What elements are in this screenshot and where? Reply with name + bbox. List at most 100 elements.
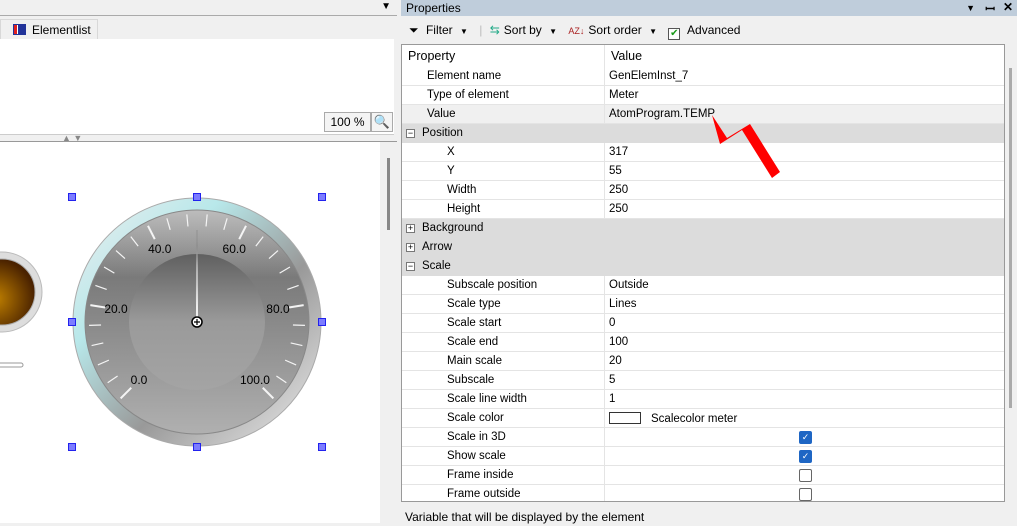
property-row[interactable]: Main scale20 xyxy=(402,352,1004,371)
property-value[interactable]: ✓ xyxy=(605,447,1004,465)
resize-handle[interactable] xyxy=(193,443,201,451)
property-value[interactable]: AtomProgram.TEMP xyxy=(605,105,1004,123)
expand-icon[interactable]: + xyxy=(406,243,415,252)
property-value[interactable]: 317 xyxy=(605,143,1004,161)
property-row[interactable]: Show scale ✓ xyxy=(402,447,1004,466)
expand-icon[interactable]: + xyxy=(406,224,415,233)
column-header-property[interactable]: Property xyxy=(402,45,605,67)
property-label: Element name xyxy=(427,70,501,82)
property-value[interactable]: 250 xyxy=(605,181,1004,199)
meter-label: 100.0 xyxy=(240,373,270,387)
property-label: Scale color xyxy=(447,412,504,424)
value-text: AtomProgram.TEMP xyxy=(609,108,715,120)
dropdown-icon[interactable]: ▼ xyxy=(966,3,975,13)
collapse-icon[interactable]: − xyxy=(406,129,415,138)
filter-button[interactable]: ⏷ Filter ▼ xyxy=(409,23,472,37)
canvas-scroll-thumb[interactable] xyxy=(387,158,390,230)
property-row[interactable]: Scale start0 xyxy=(402,314,1004,333)
property-row[interactable]: Width250 xyxy=(402,181,1004,200)
checkbox[interactable]: ✓ xyxy=(799,450,812,463)
property-name: Subscale position xyxy=(402,276,605,294)
color-swatch[interactable] xyxy=(609,412,641,424)
resize-handle[interactable] xyxy=(193,193,201,201)
property-description: Variable that will be displayed by the e… xyxy=(401,507,1017,523)
property-row[interactable]: Element name GenElemInst_7 xyxy=(402,67,1004,86)
property-row[interactable]: X317 xyxy=(402,143,1004,162)
meter-label: 0.0 xyxy=(131,373,148,387)
property-label: Scale xyxy=(422,260,451,272)
property-name: Show scale xyxy=(402,447,605,465)
zoom-level[interactable]: 100 % xyxy=(324,112,371,132)
tab-elementlist[interactable]: Elementlist xyxy=(0,19,98,39)
property-value[interactable]: 5 xyxy=(605,371,1004,389)
collapse-icon[interactable]: − xyxy=(406,262,415,271)
grid-scroll-thumb[interactable] xyxy=(1009,68,1012,408)
property-value[interactable]: 55 xyxy=(605,162,1004,180)
value-text: Lines xyxy=(609,298,637,310)
resize-handle[interactable] xyxy=(68,443,76,451)
property-value[interactable] xyxy=(605,485,1004,502)
property-value[interactable]: 100 xyxy=(605,333,1004,351)
property-value[interactable]: Lines xyxy=(605,295,1004,313)
property-category[interactable]: +Arrow xyxy=(402,238,1004,257)
dropdown-icon[interactable]: ▼ xyxy=(381,1,391,12)
property-row[interactable]: Frame inside xyxy=(402,466,1004,485)
slider-element[interactable] xyxy=(0,363,23,367)
meter-label: 40.0 xyxy=(148,242,172,256)
property-category[interactable]: −Scale xyxy=(402,257,1004,276)
properties-titlebar: Properties ▼ ꟷ ✕ xyxy=(401,0,1017,16)
property-value[interactable]: Meter xyxy=(605,86,1004,104)
sort-by-button[interactable]: ⇆Sort by ▼ xyxy=(490,23,561,37)
resize-handle[interactable] xyxy=(68,193,76,201)
tab-label: Elementlist xyxy=(32,23,91,37)
value-text: Meter xyxy=(609,89,638,101)
property-row[interactable]: Type of elementMeter xyxy=(402,86,1004,105)
property-value[interactable]: 1 xyxy=(605,390,1004,408)
property-value[interactable]: Scalecolor meter xyxy=(605,409,1004,427)
property-name: Scale in 3D xyxy=(402,428,605,446)
advanced-checkbox[interactable]: ✔ xyxy=(668,28,680,40)
property-row[interactable]: Scale in 3D ✓ xyxy=(402,428,1004,447)
property-value[interactable]: Outside xyxy=(605,276,1004,294)
property-name: Height xyxy=(402,200,605,218)
resize-handle[interactable] xyxy=(318,443,326,451)
property-name: Element name xyxy=(402,67,605,85)
property-row[interactable]: ValueAtomProgram.TEMP xyxy=(402,105,1004,124)
property-row[interactable]: Subscale5 xyxy=(402,371,1004,390)
property-row[interactable]: Scale line width1 xyxy=(402,390,1004,409)
property-value[interactable] xyxy=(605,466,1004,484)
pin-icon[interactable]: ꟷ xyxy=(985,0,995,17)
advanced-toggle[interactable]: ✔ Advanced xyxy=(668,23,744,37)
property-value[interactable]: 0 xyxy=(605,314,1004,332)
property-row[interactable]: Height250 xyxy=(402,200,1004,219)
checkbox[interactable] xyxy=(799,488,812,501)
checkbox[interactable] xyxy=(799,469,812,482)
sort-by-label: Sort by xyxy=(504,23,542,37)
checkbox[interactable]: ✓ xyxy=(799,431,812,444)
property-name: Scale color xyxy=(402,409,605,427)
property-name: −Position xyxy=(402,124,463,142)
property-value[interactable]: 20 xyxy=(605,352,1004,370)
property-row[interactable]: Scale color Scalecolor meter xyxy=(402,409,1004,428)
property-value[interactable]: ✓ xyxy=(605,428,1004,446)
zoom-fit-icon[interactable]: 🔍 xyxy=(371,112,393,132)
property-row[interactable]: Frame outside xyxy=(402,485,1004,502)
sort-order-button[interactable]: AZ↓Sort order ▼ xyxy=(568,23,661,37)
column-header-value[interactable]: Value xyxy=(605,45,642,67)
property-category[interactable]: +Background xyxy=(402,219,1004,238)
resize-handle[interactable] xyxy=(318,193,326,201)
property-row[interactable]: Scale end100 xyxy=(402,333,1004,352)
design-canvas[interactable]: 0.020.040.060.080.0100.0 xyxy=(0,142,380,523)
property-label: Subscale position xyxy=(447,279,537,291)
property-row[interactable]: Y55 xyxy=(402,162,1004,181)
table-list-icon xyxy=(13,24,26,35)
resize-handle[interactable] xyxy=(318,318,326,326)
property-row[interactable]: Subscale position Outside xyxy=(402,276,1004,295)
meter-label: 80.0 xyxy=(266,302,290,316)
property-row[interactable]: Scale typeLines xyxy=(402,295,1004,314)
property-value[interactable]: GenElemInst_7 xyxy=(605,67,1004,85)
resize-handle[interactable] xyxy=(68,318,76,326)
property-category[interactable]: −Position xyxy=(402,124,1004,143)
property-value[interactable]: 250 xyxy=(605,200,1004,218)
close-icon[interactable]: ✕ xyxy=(1003,0,1013,14)
